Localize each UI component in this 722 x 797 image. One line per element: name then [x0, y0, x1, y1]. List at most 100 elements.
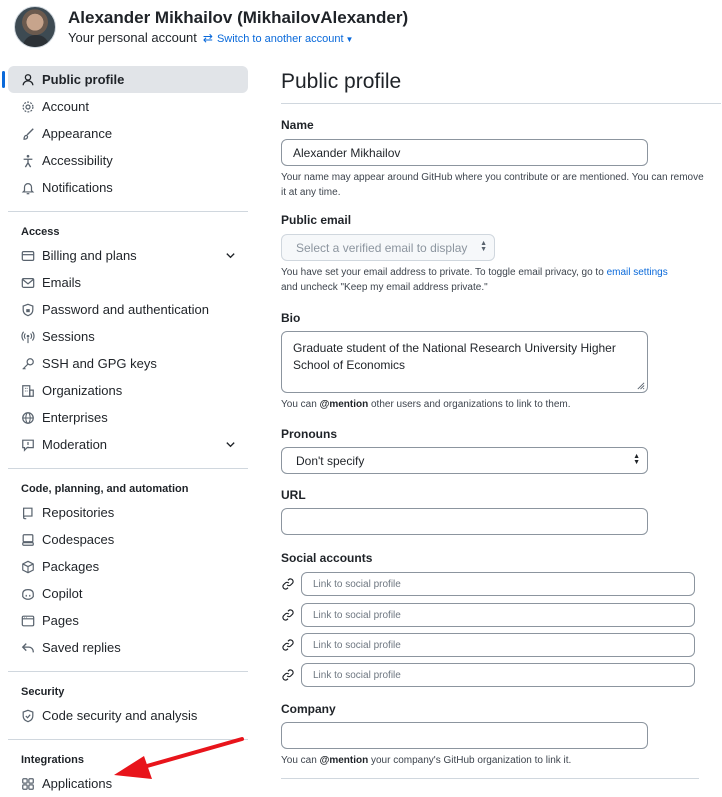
sidebar-item-emails[interactable]: Emails: [8, 269, 248, 296]
sidebar-item-moderation[interactable]: Moderation: [8, 431, 248, 458]
sidebar-item-ssh-gpg[interactable]: SSH and GPG keys: [8, 350, 248, 377]
link-icon: [282, 639, 294, 651]
repo-icon: [21, 506, 35, 520]
company-note: You can @mention your company's GitHub o…: [281, 753, 711, 768]
apps-icon: [21, 777, 35, 791]
company-note-text-2: your company's GitHub organization to li…: [368, 755, 572, 766]
organization-icon: [21, 384, 35, 398]
user-name[interactable]: Alexander Mikhailov (MikhailovAlexander): [68, 8, 408, 28]
sidebar-item-public-profile[interactable]: Public profile: [2, 66, 248, 93]
chevron-down-icon[interactable]: [225, 250, 236, 261]
select-arrows-icon: ▲ ▼: [480, 240, 487, 253]
sidebar-item-password[interactable]: Password and authentication: [8, 296, 248, 323]
sidebar-item-repositories[interactable]: Repositories: [8, 499, 248, 526]
name-field[interactable]: Alexander Mikhailov: [281, 139, 648, 166]
section-title-code: Code, planning, and automation: [21, 483, 189, 495]
social-accounts-label: Social accounts: [281, 551, 373, 565]
pronouns-select[interactable]: Don't specify ▲ ▼: [281, 447, 648, 474]
sidebar-item-saved-replies[interactable]: Saved replies: [8, 634, 248, 661]
person-icon: [21, 73, 35, 87]
sidebar-item-copilot[interactable]: Copilot: [8, 580, 248, 607]
url-field[interactable]: [281, 508, 648, 535]
social-link-field[interactable]: Link to social profile: [301, 633, 695, 657]
sidebar-item-enterprises[interactable]: Enterprises: [8, 404, 248, 431]
company-field[interactable]: [281, 722, 648, 749]
bio-textarea[interactable]: Graduate student of the National Researc…: [281, 331, 648, 393]
company-label: Company: [281, 702, 336, 716]
sidebar-item-label: Organizations: [42, 383, 123, 398]
sidebar-item-label: Saved replies: [42, 640, 121, 655]
broadcast-icon: [21, 330, 35, 344]
sidebar-item-label: Codespaces: [42, 532, 115, 547]
sidebar-item-code-security[interactable]: Code security and analysis: [8, 702, 248, 729]
sidebar-item-label: Accessibility: [42, 153, 113, 168]
gear-icon: [21, 100, 35, 114]
public-email-placeholder: Select a verified email to display: [296, 240, 468, 255]
reply-icon: [21, 641, 35, 655]
credit-card-icon: [21, 249, 35, 263]
email-settings-link[interactable]: email settings: [607, 267, 668, 278]
shield-lock-icon: [21, 303, 35, 317]
sidebar-item-packages[interactable]: Packages: [8, 553, 248, 580]
sidebar-item-label: Account: [42, 99, 89, 114]
sidebar-item-organizations[interactable]: Organizations: [8, 377, 248, 404]
sidebar-item-notifications[interactable]: Notifications: [8, 174, 248, 201]
sidebar-item-appearance[interactable]: Appearance: [8, 120, 248, 147]
browser-icon: [21, 614, 35, 628]
social-link-field[interactable]: Link to social profile: [301, 572, 695, 596]
sidebar-item-account[interactable]: Account: [8, 93, 248, 120]
account-header: Alexander Mikhailov (MikhailovAlexander)…: [14, 6, 714, 52]
settings-sidebar: Public profile Account Appearance Access…: [2, 66, 248, 797]
resize-grip-icon[interactable]: [636, 381, 645, 390]
social-link-field[interactable]: Link to social profile: [301, 603, 695, 627]
caret-down-icon[interactable]: ▼: [346, 35, 354, 44]
name-label: Name: [281, 118, 314, 132]
chevron-down-icon[interactable]: [225, 439, 236, 450]
link-icon: [282, 609, 294, 621]
select-arrows-icon: ▲ ▼: [633, 453, 640, 466]
globe-icon: [21, 411, 35, 425]
sidebar-item-label: SSH and GPG keys: [42, 356, 157, 371]
sidebar-item-label: Emails: [42, 275, 82, 290]
switch-arrows-icon[interactable]: ⇄: [203, 31, 213, 45]
form-divider: [281, 778, 699, 779]
bell-icon: [21, 181, 35, 195]
bio-label: Bio: [281, 311, 301, 325]
sidebar-item-label: Moderation: [42, 437, 108, 452]
sidebar-divider: [8, 468, 248, 469]
link-icon: [282, 669, 294, 681]
sidebar-item-codespaces[interactable]: Codespaces: [8, 526, 248, 553]
social-link-field[interactable]: Link to social profile: [301, 663, 695, 687]
sidebar-item-label: Enterprises: [42, 410, 108, 425]
paintbrush-icon: [21, 127, 35, 141]
sidebar-divider: [8, 671, 248, 672]
switch-account-link[interactable]: Switch to another account: [217, 33, 344, 45]
accessibility-icon: [21, 154, 35, 168]
copilot-icon: [21, 587, 35, 601]
sidebar-item-label: Copilot: [42, 586, 83, 601]
sidebar-item-label: Notifications: [42, 180, 113, 195]
name-note: Your name may appear around GitHub where…: [281, 172, 704, 198]
social-account-row: Link to social profile: [281, 572, 695, 596]
sidebar-item-accessibility[interactable]: Accessibility: [8, 147, 248, 174]
section-title-access: Access: [21, 226, 60, 238]
social-account-row: Link to social profile: [281, 603, 695, 627]
public-email-select[interactable]: Select a verified email to display ▲ ▼: [281, 234, 495, 261]
sidebar-item-label: Sessions: [42, 329, 95, 344]
public-email-label: Public email: [281, 213, 352, 227]
sidebar-item-label: Code security and analysis: [42, 708, 198, 723]
annotation-arrow: [114, 737, 244, 779]
sidebar-item-billing[interactable]: Billing and plans: [8, 242, 248, 269]
sidebar-item-label: Password and authentication: [42, 302, 209, 317]
public-email-note-text: You have set your email address to priva…: [281, 267, 607, 278]
public-email-note: You have set your email address to priva…: [281, 265, 711, 295]
sidebar-item-sessions[interactable]: Sessions: [8, 323, 248, 350]
key-icon: [21, 357, 35, 371]
avatar[interactable]: [14, 6, 56, 48]
mail-icon: [21, 276, 35, 290]
sidebar-item-pages[interactable]: Pages: [8, 607, 248, 634]
shield-check-icon: [21, 709, 35, 723]
bio-note-text-2: other users and organizations to link to…: [368, 399, 571, 410]
account-context: Your personal account ⇄ Switch to another …: [68, 30, 353, 45]
sidebar-item-label: Billing and plans: [42, 248, 137, 263]
